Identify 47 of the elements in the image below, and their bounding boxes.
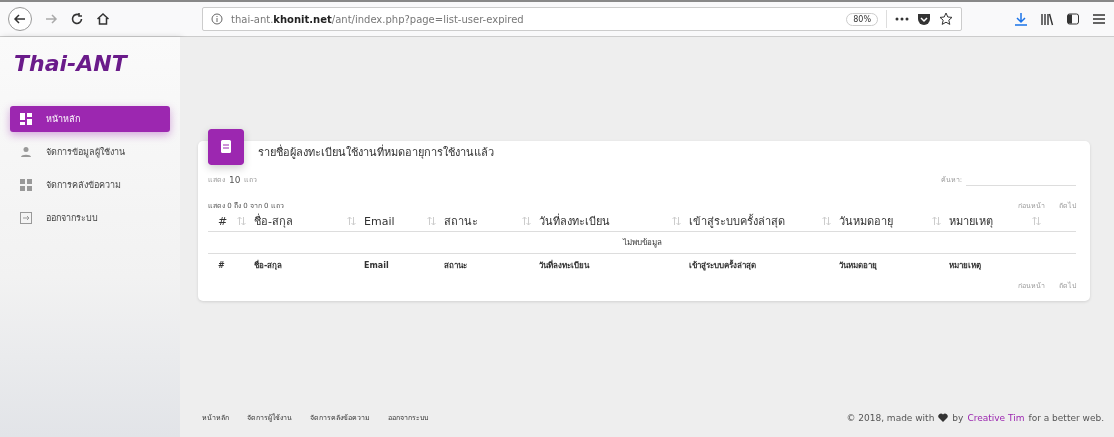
home-icon[interactable] [96,12,110,26]
credit-text: for a better web. [1028,412,1104,423]
column-header[interactable]: วันที่ลงทะเบียน [539,212,610,230]
sidebar-item[interactable]: หน้าหลัก [10,106,170,132]
dashboard-icon [20,113,32,125]
empty-message: ไม่พบข้อมูล [622,237,662,249]
column-header[interactable]: เข้าสู่ระบบครั้งล่าสุด [689,212,785,230]
column-footer: Email [364,260,389,270]
column-footer: เข้าสู่ระบบครั้งล่าสุด [689,260,756,270]
star-icon[interactable] [939,12,953,26]
column-header[interactable]: วันหมดอายุ [839,212,893,230]
more-icon[interactable] [895,17,909,21]
column-footer: สถานะ [444,260,467,270]
column-header[interactable]: หมายเหตุ [949,212,993,230]
address-bar[interactable]: thai-ant.khonit.net/ant/index.php?page=list-user-expired 80% [202,7,962,31]
person-icon [20,146,32,158]
pocket-icon[interactable] [917,12,931,26]
column-footer: หมายเหตุ [949,260,981,270]
library-icon[interactable] [1040,12,1054,26]
heart-icon [938,413,949,422]
credit-text: © 2018, made with [846,412,935,423]
sidebar-icon[interactable] [1066,12,1080,26]
column-header[interactable]: ชื่อ-สกุล [254,212,293,230]
column-header[interactable]: Email [364,214,395,228]
download-icon[interactable] [1014,12,1028,26]
forward-icon[interactable] [44,12,58,26]
menu-icon[interactable] [1092,12,1106,26]
column-header[interactable]: สถานะ [444,212,478,230]
sidebar-item[interactable]: จัดการข้อมูลผู้ใช้งาน [10,139,170,165]
sidebar-item[interactable]: ออกจากระบบ [10,205,170,231]
credit-text: by [952,412,964,423]
reload-icon[interactable] [70,12,84,26]
logo: Thai-ANT [14,51,127,76]
grid-icon [20,179,32,191]
info-icon[interactable] [211,13,223,25]
page-length-select[interactable]: 10 [229,174,241,185]
column-footer: วันที่ลงทะเบียน [539,260,589,270]
sidebar-item[interactable]: จัดการคลังข้อความ [10,172,170,198]
column-footer: # [218,260,225,270]
logout-icon [20,212,32,224]
back-button[interactable] [8,7,32,31]
back-icon [13,12,27,26]
creative-tim-link[interactable]: Creative Tim [967,412,1025,423]
column-footer: วันหมดอายุ [839,260,877,270]
column-footer: ชื่อ-สกุล [254,260,283,270]
card-title: รายชื่อผู้ลงทะเบียนใช้งานที่หมดอายุการใช้งานแล้ว [258,143,494,161]
column-header[interactable]: # [218,214,228,228]
